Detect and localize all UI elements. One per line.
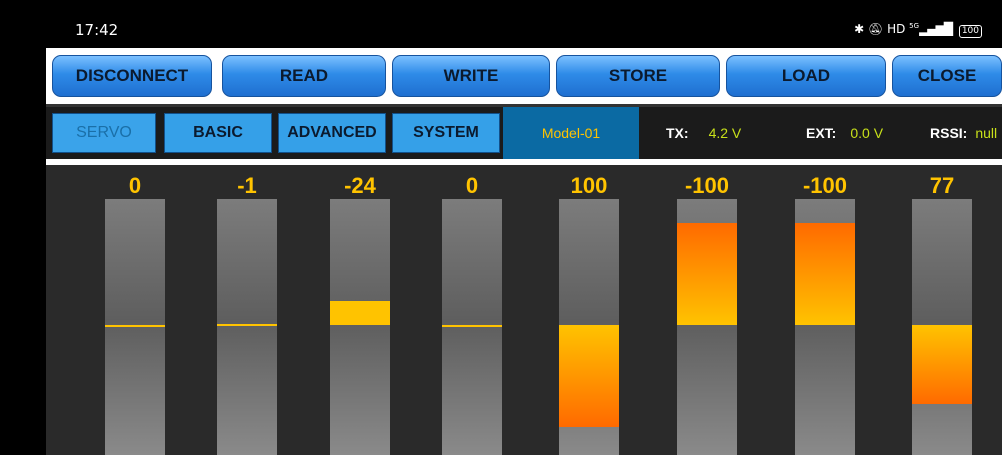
channel-8-value: 77 (929, 173, 955, 198)
status-time: 17:42 (75, 21, 119, 39)
rssi-value: null (975, 125, 998, 141)
mute-icon: 🔕︎ (868, 22, 884, 36)
network-type: 5G (909, 22, 920, 30)
rssi: RSSI: null (930, 107, 997, 159)
channel-3-fill (330, 300, 390, 325)
channel-2-bar (217, 199, 277, 455)
channel-3-value: -24 (344, 173, 376, 198)
channel-7-bar (795, 199, 855, 455)
bluetooth-icon: ✱ (854, 22, 865, 36)
channel-7-fill (795, 223, 855, 325)
channel-4-center-line (442, 325, 502, 327)
rssi-label: RSSI: (930, 125, 968, 141)
channel-6-value: -100 (684, 173, 730, 198)
channel-5-bar (559, 199, 619, 455)
channel-1-center-line (105, 325, 165, 327)
channel-5-fill (559, 325, 619, 427)
hd-label: HD (887, 22, 906, 36)
channel-6-fill (677, 223, 737, 325)
tx-label: TX: (666, 125, 689, 141)
system-icons: ✱ 🔕︎ HD 5G▂▄▆█ 100 (854, 22, 982, 38)
channel-5-value: 100 (570, 173, 608, 198)
toolbar: DISCONNECT READ WRITE STORE LOAD CLOSE (46, 48, 1002, 104)
close-button[interactable]: CLOSE (892, 55, 1002, 97)
tx-voltage: TX: 4.2 V (666, 107, 741, 159)
ext-label: EXT: (806, 125, 837, 141)
app-window: DISCONNECT READ WRITE STORE LOAD CLOSE S… (46, 48, 1002, 455)
tab-basic[interactable]: BASIC (164, 113, 272, 153)
channel-2-value: -1 (237, 173, 257, 198)
channel-4-bar (442, 199, 502, 455)
channel-8-fill (912, 325, 972, 404)
channel-6-bar (677, 199, 737, 455)
battery-icon: 100 (958, 25, 982, 38)
tx-value: 4.2 V (708, 125, 742, 141)
write-button[interactable]: WRITE (392, 55, 550, 97)
channel-2-fill (217, 324, 277, 326)
channel-8-bar (912, 199, 972, 455)
channel-4-value: 0 (465, 173, 479, 198)
store-button[interactable]: STORE (556, 55, 720, 97)
read-button[interactable]: READ (222, 55, 386, 97)
status-bar: 17:42 ✱ 🔕︎ HD 5G▂▄▆█ 100 (0, 18, 1002, 48)
tab-servo[interactable]: SERVO (52, 113, 156, 153)
servo-monitor-panel: 0 -1 -24 0 100 -100 -100 77 (46, 165, 1002, 455)
channel-1-bar (105, 199, 165, 455)
signal-icon: ▂▄▆█ (919, 22, 953, 36)
disconnect-button[interactable]: DISCONNECT (52, 55, 212, 97)
channel-7-value: -100 (802, 173, 848, 198)
model-name: Model-01 (503, 107, 639, 159)
channel-3-bar (330, 199, 390, 455)
tab-advanced[interactable]: ADVANCED (278, 113, 386, 153)
channel-1-value: 0 (128, 173, 142, 198)
tab-bar: SERVO BASIC ADVANCED SYSTEM Model-01 TX:… (46, 107, 1002, 159)
tab-system[interactable]: SYSTEM (392, 113, 500, 153)
ext-value: 0.0 V (850, 125, 884, 141)
load-button[interactable]: LOAD (726, 55, 886, 97)
ext-voltage: EXT: 0.0 V (806, 107, 883, 159)
